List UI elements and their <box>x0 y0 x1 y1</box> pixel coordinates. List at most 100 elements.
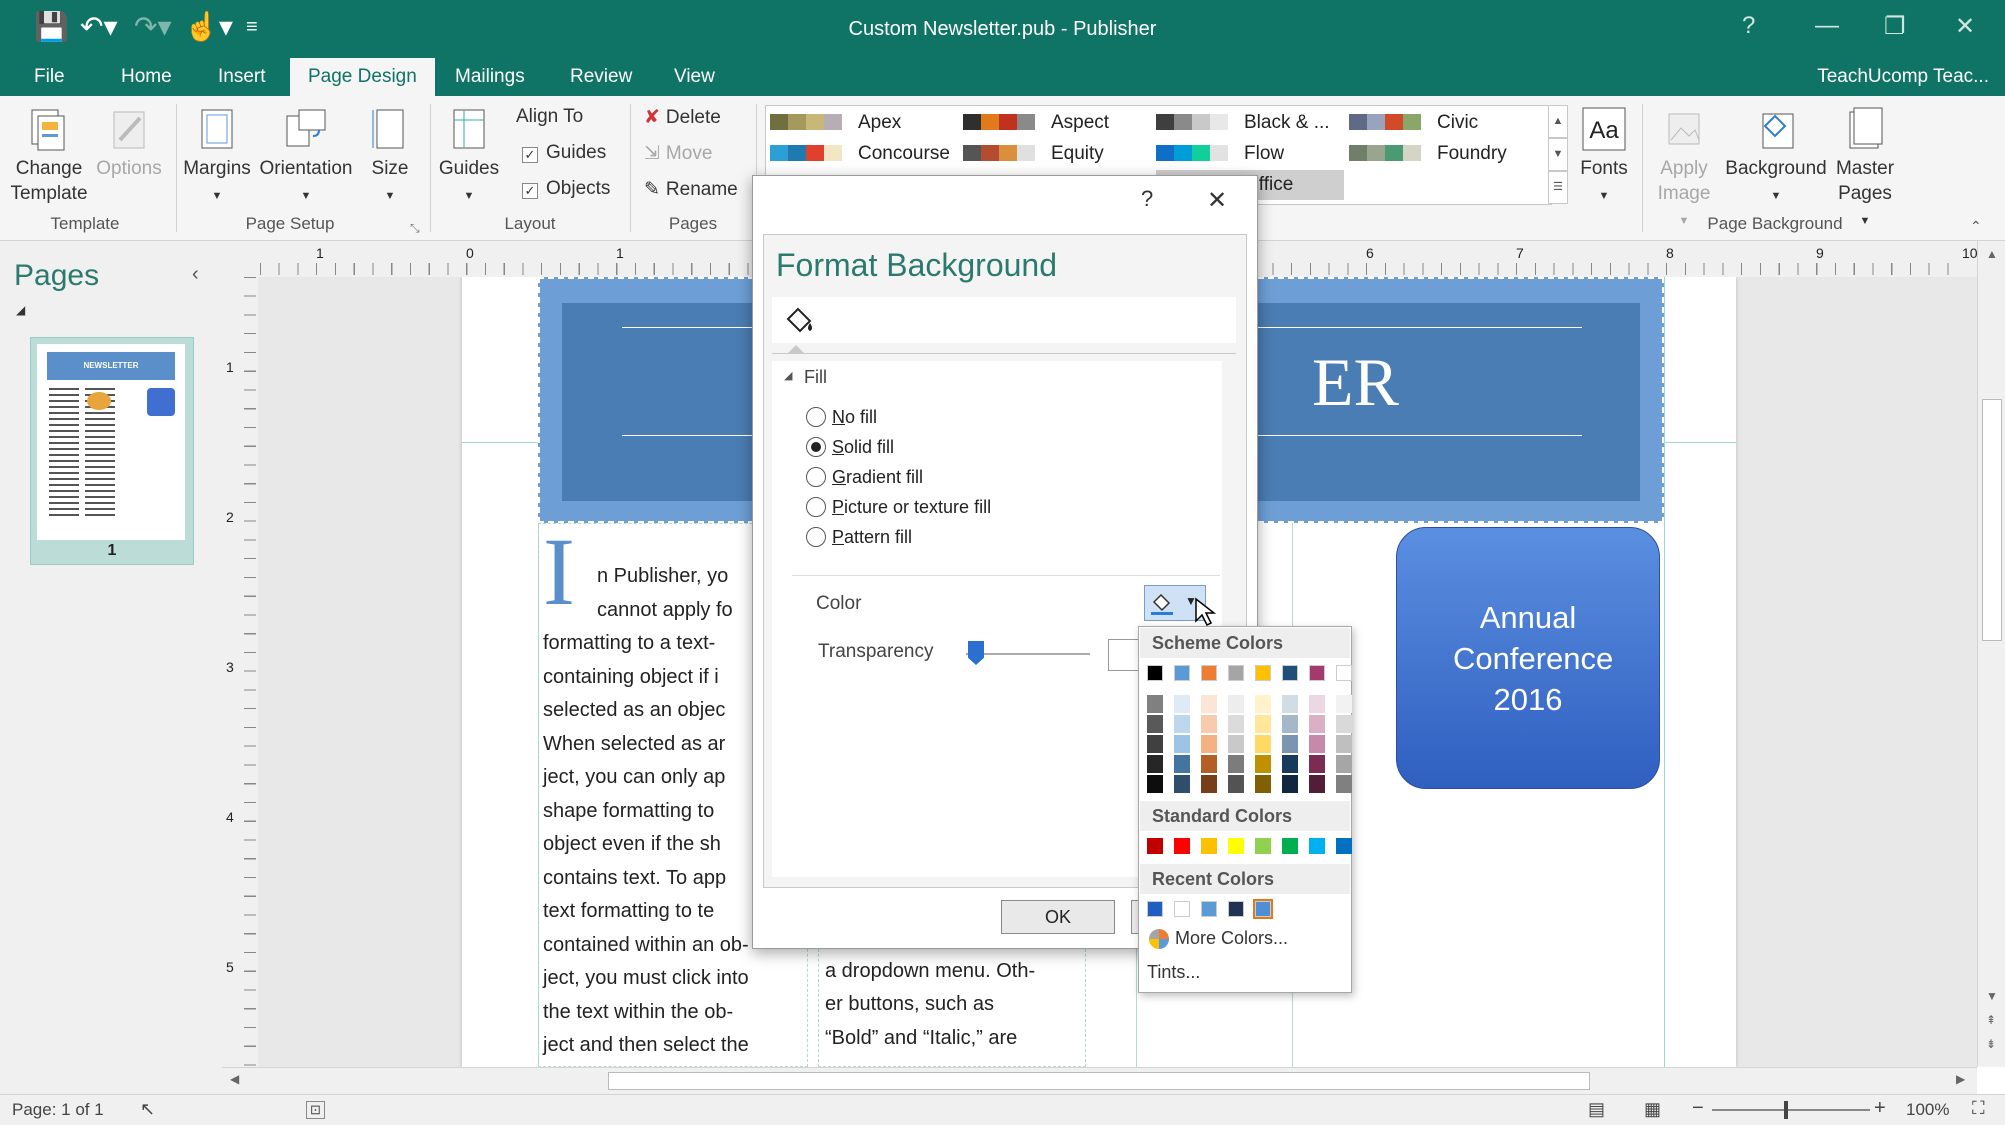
scheme-shade-cell[interactable] <box>1309 755 1325 773</box>
rename-page-button[interactable]: ✎ Rename <box>644 178 738 201</box>
two-page-view-icon[interactable]: ▦ <box>1644 1099 1661 1120</box>
gallery-scroll-down[interactable]: ▼ <box>1548 138 1568 171</box>
scheme-item[interactable]: Equity <box>963 139 1151 169</box>
scheme-color-cell[interactable] <box>1309 665 1325 681</box>
change-template-button[interactable]: Change Template <box>8 106 90 206</box>
scheme-shade-cell[interactable] <box>1336 755 1352 773</box>
tab-mailings[interactable]: Mailings <box>437 58 543 96</box>
callout-shape[interactable]: Annual Conference 2016 <box>1396 527 1660 789</box>
scheme-color-cell[interactable] <box>1282 665 1298 681</box>
scheme-shade-cell[interactable] <box>1147 755 1163 773</box>
tab-insert[interactable]: Insert <box>200 58 284 96</box>
scheme-shade-cell[interactable] <box>1336 735 1352 753</box>
fill-option-radio[interactable] <box>806 527 826 547</box>
transparency-slider[interactable] <box>966 653 1090 655</box>
scheme-shade-cell[interactable] <box>1174 755 1190 773</box>
tab-file[interactable]: File <box>16 58 83 96</box>
scheme-shade-cell[interactable] <box>1201 735 1217 753</box>
ok-button[interactable]: OK <box>1001 900 1115 934</box>
standard-color-cell[interactable] <box>1336 838 1352 854</box>
scheme-item[interactable]: Foundry <box>1349 139 1537 169</box>
scroll-right-icon[interactable]: ▶ <box>1956 1072 1965 1086</box>
page-setup-launcher-icon[interactable]: ⤡ <box>410 221 420 236</box>
standard-color-cell[interactable] <box>1228 838 1244 854</box>
scheme-shade-cell[interactable] <box>1147 735 1163 753</box>
scheme-color-cell[interactable] <box>1336 665 1352 681</box>
scheme-shade-cell[interactable] <box>1228 735 1244 753</box>
tab-home[interactable]: Home <box>103 58 190 96</box>
fill-option-radio[interactable] <box>806 497 826 517</box>
scheme-shade-cell[interactable] <box>1309 715 1325 733</box>
options-button[interactable]: Options <box>94 106 164 181</box>
minimize-button[interactable]: — <box>1815 12 1839 40</box>
scheme-shade-cell[interactable] <box>1201 755 1217 773</box>
scheme-shade-cell[interactable] <box>1228 775 1244 793</box>
scheme-shade-cell[interactable] <box>1174 735 1190 753</box>
scheme-shade-cell[interactable] <box>1255 695 1271 713</box>
fill-option-radio[interactable] <box>806 437 826 457</box>
move-page-button[interactable]: ⇲ Move <box>644 142 712 165</box>
scheme-item[interactable]: Flow <box>1156 139 1344 169</box>
scheme-color-cell[interactable] <box>1228 665 1244 681</box>
scheme-shade-cell[interactable] <box>1336 695 1352 713</box>
scheme-item[interactable]: Civic <box>1349 108 1537 138</box>
standard-color-cell[interactable] <box>1201 838 1217 854</box>
standard-color-cell[interactable] <box>1174 838 1190 854</box>
scheme-shade-cell[interactable] <box>1282 715 1298 733</box>
collapse-section-icon[interactable]: ◢ <box>784 369 792 382</box>
recent-color-cell[interactable] <box>1228 901 1244 917</box>
scroll-left-icon[interactable]: ◀ <box>230 1072 239 1086</box>
recent-color-cell[interactable] <box>1147 901 1163 917</box>
scheme-shade-cell[interactable] <box>1174 695 1190 713</box>
scheme-shade-cell[interactable] <box>1228 695 1244 713</box>
scroll-thumb[interactable] <box>608 1072 1590 1090</box>
scheme-item[interactable]: Black & ... <box>1156 108 1344 138</box>
scheme-shade-cell[interactable] <box>1228 715 1244 733</box>
guides-button[interactable]: Guides ▼ <box>436 106 502 209</box>
size-button[interactable]: Size ▼ <box>362 106 418 209</box>
scheme-shade-cell[interactable] <box>1336 715 1352 733</box>
fill-option-label[interactable]: No fill <box>832 407 877 428</box>
dialog-help-button[interactable]: ? <box>1141 186 1153 212</box>
account-name[interactable]: TeachUcomp Teac... <box>1817 58 1989 96</box>
zoom-slider[interactable] <box>1712 1109 1870 1111</box>
standard-color-cell[interactable] <box>1147 838 1163 854</box>
recent-color-cell[interactable] <box>1174 901 1190 917</box>
tab-page-design[interactable]: Page Design <box>290 58 435 96</box>
fill-option-label[interactable]: Gradient fill <box>832 467 923 488</box>
zoom-in-icon[interactable]: + <box>1874 1097 1886 1120</box>
scheme-shade-cell[interactable] <box>1282 735 1298 753</box>
previous-page-icon[interactable]: ⇞ <box>1986 1013 1996 1027</box>
fill-option-radio[interactable] <box>806 467 826 487</box>
fonts-button[interactable]: Aa Fonts ▼ <box>1572 106 1636 209</box>
zoom-slider-thumb[interactable] <box>1784 1101 1788 1119</box>
collapse-pane-icon[interactable]: ‹ <box>192 263 199 286</box>
scheme-shade-cell[interactable] <box>1174 715 1190 733</box>
scroll-up-icon[interactable]: ▲ <box>1986 247 1998 261</box>
scheme-item[interactable]: Apex <box>770 108 958 138</box>
zoom-out-icon[interactable]: − <box>1692 1097 1704 1120</box>
background-button[interactable]: Background ▼ <box>1724 106 1828 209</box>
fill-section-heading[interactable]: Fill <box>804 367 827 388</box>
scheme-color-cell[interactable] <box>1201 665 1217 681</box>
fill-option-label[interactable]: Solid fill <box>832 437 894 458</box>
scheme-shade-cell[interactable] <box>1201 715 1217 733</box>
scheme-item[interactable]: Aspect <box>963 108 1151 138</box>
scheme-color-cell[interactable] <box>1174 665 1190 681</box>
scheme-shade-cell[interactable] <box>1201 695 1217 713</box>
standard-color-cell[interactable] <box>1255 838 1271 854</box>
margins-button[interactable]: Margins ▼ <box>182 106 252 209</box>
scheme-shade-cell[interactable] <box>1309 695 1325 713</box>
gallery-more-button[interactable]: ☰ <box>1548 171 1568 204</box>
orientation-button[interactable]: Orientation ▼ <box>256 106 356 209</box>
scheme-shade-cell[interactable] <box>1309 775 1325 793</box>
horizontal-scrollbar[interactable]: ◀ ▶ <box>222 1067 1977 1094</box>
standard-color-cell[interactable] <box>1309 838 1325 854</box>
vertical-ruler[interactable]: 1 2 3 4 5 <box>222 277 259 1067</box>
tab-view[interactable]: View <box>656 58 733 96</box>
restore-button[interactable]: ❐ <box>1884 12 1906 41</box>
scheme-shade-cell[interactable] <box>1174 775 1190 793</box>
single-page-view-icon[interactable]: ▤ <box>1588 1099 1605 1120</box>
scheme-shade-cell[interactable] <box>1147 715 1163 733</box>
more-colors-link[interactable]: More Colors... <box>1175 928 1288 949</box>
